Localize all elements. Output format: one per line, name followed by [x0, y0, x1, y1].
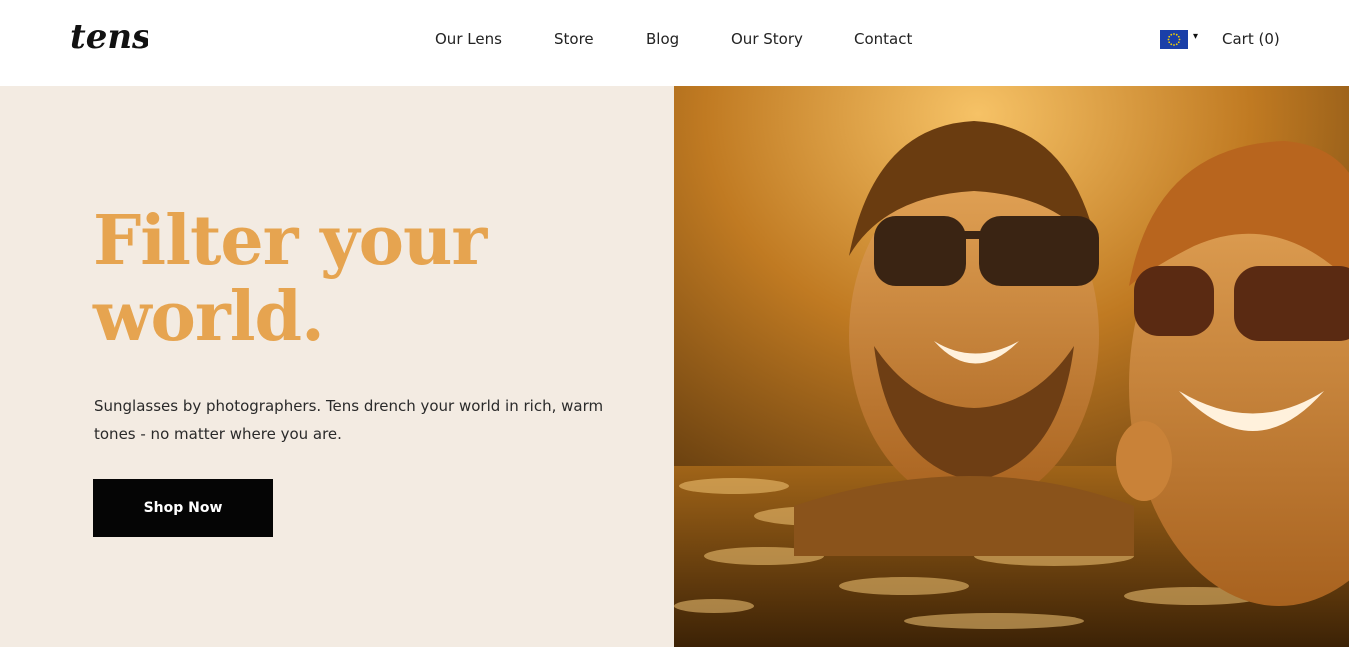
shop-now-button[interactable]: Shop Now — [93, 479, 273, 537]
hero-text-panel: Filter your world. Sunglasses by photogr… — [0, 86, 674, 647]
nav-contact[interactable]: Contact — [854, 30, 912, 48]
cart-link[interactable]: Cart (0) — [1222, 30, 1280, 48]
nav-our-story[interactable]: Our Story — [731, 30, 803, 48]
eu-flag-icon — [1160, 30, 1188, 49]
nav-blog[interactable]: Blog — [646, 30, 679, 48]
chevron-down-icon: ▾ — [1193, 31, 1199, 42]
region-selector[interactable]: ▾ — [1160, 30, 1202, 50]
hero-title-line1: Filter your — [93, 201, 487, 281]
site-header: tens Our Lens Store Blog Our Story Conta… — [0, 0, 1349, 86]
nav-our-lens[interactable]: Our Lens — [435, 30, 502, 48]
main-nav: Our Lens Store Blog Our Story Contact — [0, 30, 1349, 52]
hero-image-panel — [674, 86, 1349, 647]
hero-subtitle: Sunglasses by photographers. Tens drench… — [94, 397, 604, 443]
hero-photo — [674, 86, 1349, 647]
hero-title: Filter your world. — [93, 203, 613, 355]
hero-title-line2: world. — [93, 277, 325, 357]
nav-store[interactable]: Store — [554, 30, 594, 48]
